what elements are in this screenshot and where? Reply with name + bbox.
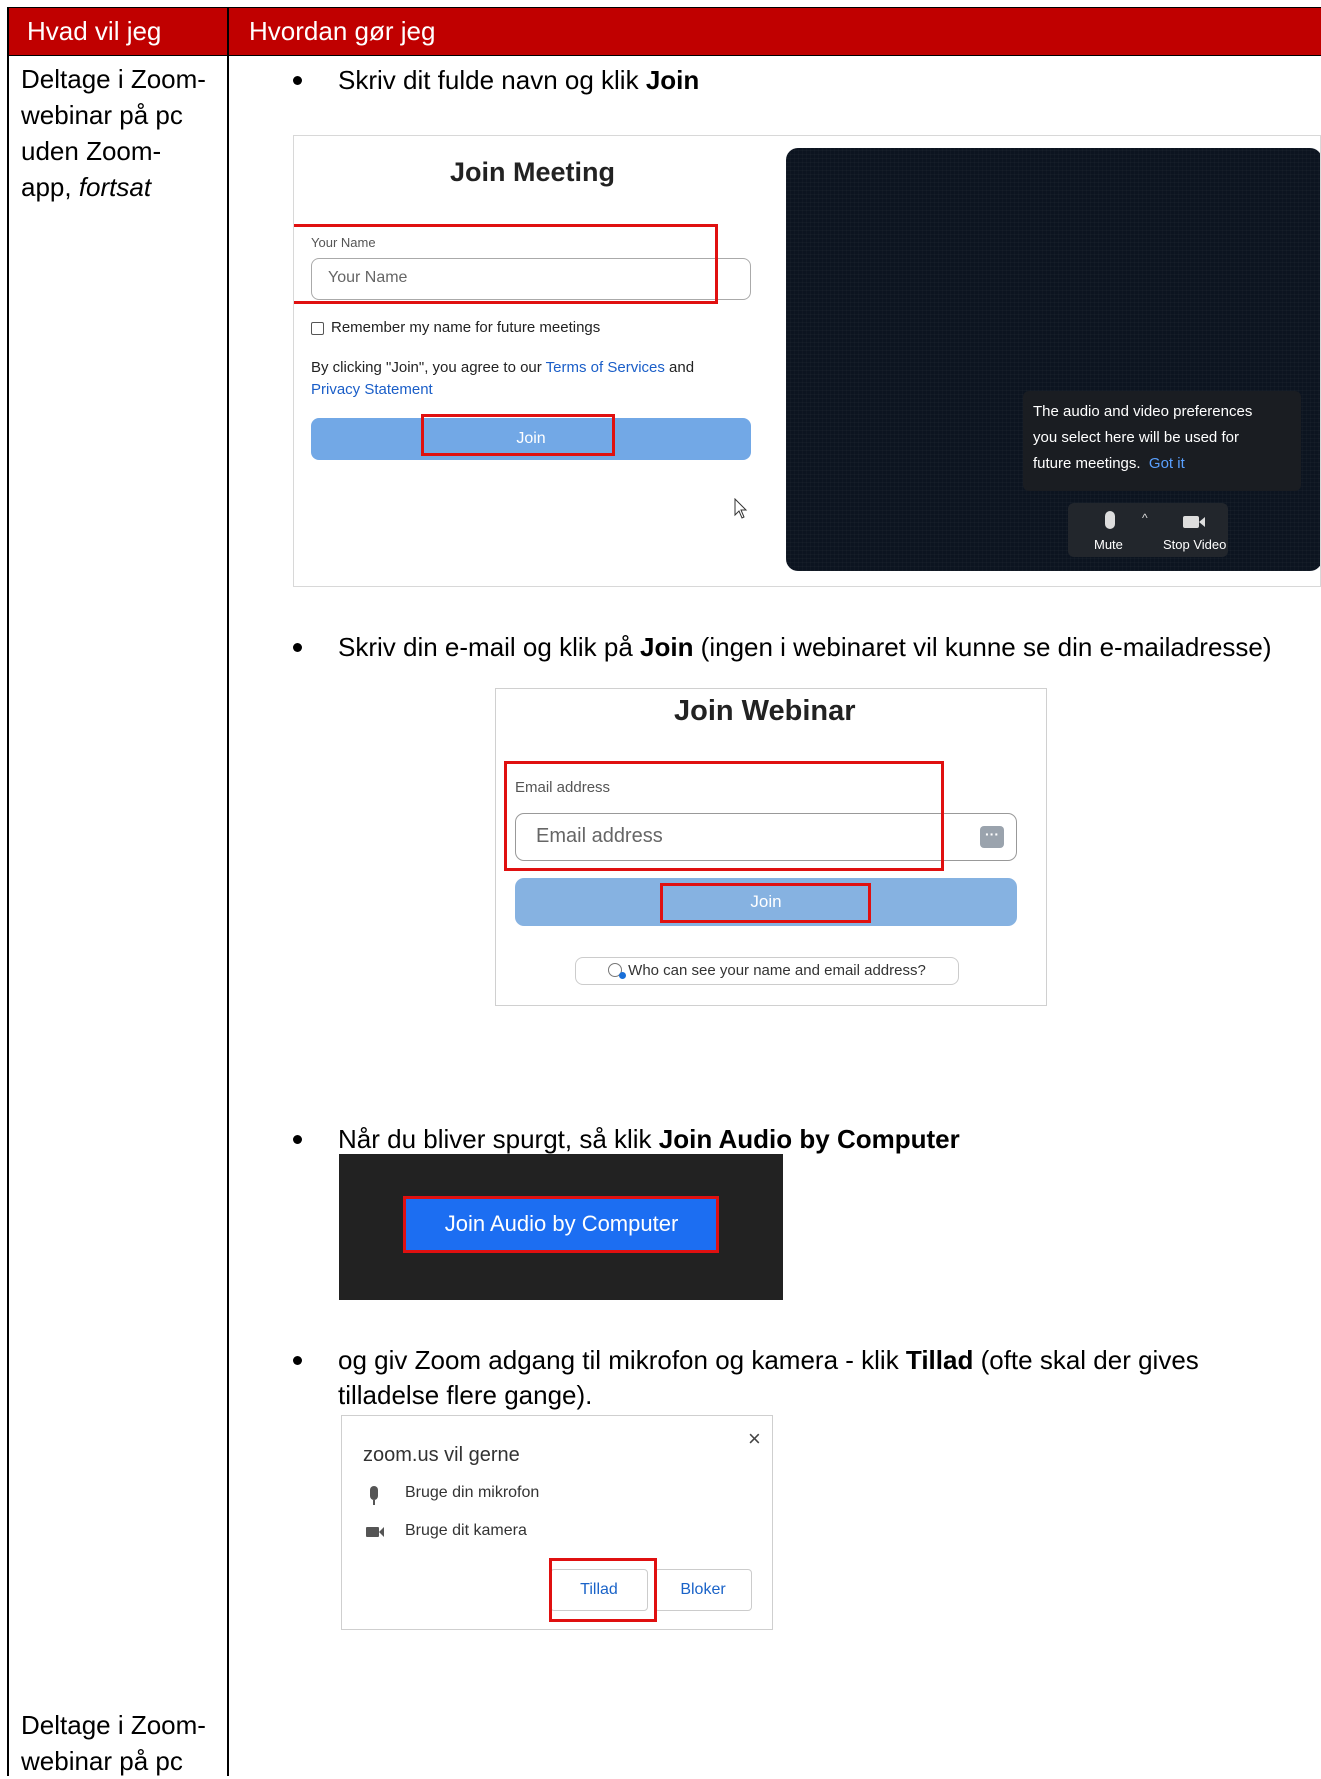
join-webinar-title: Join Webinar	[674, 695, 856, 727]
video-preview: The audio and video preferences you sele…	[786, 148, 1320, 571]
tooltip-line3-text: future meetings.	[1033, 455, 1141, 472]
table-header: Hvad vil jeg Hvordan gør jeg	[7, 7, 1321, 56]
row2-left-line1: Deltage i Zoom-	[21, 1710, 206, 1740]
camera-permission-label: Bruge dit kamera	[405, 1522, 527, 1539]
tooltip-line2: you select here will be used for	[1033, 429, 1239, 446]
video-control-bar: ^ Mute Stop Video	[1068, 503, 1228, 557]
highlight-join-box	[421, 414, 615, 456]
who-can-see-button[interactable]: Who can see your name and email address?	[575, 957, 959, 985]
step-1-text: Skriv dit fulde navn og klik Join	[338, 62, 699, 98]
got-it-link[interactable]: Got it	[1149, 455, 1185, 472]
step-2-bold: Join	[640, 632, 694, 662]
step-1-before: Skriv dit fulde navn og klik	[338, 65, 646, 95]
bullet-1	[293, 76, 302, 85]
autofill-icon[interactable]: ···	[980, 826, 1004, 848]
step-3-text: Når du bliver spurgt, så klik Join Audio…	[338, 1121, 960, 1157]
row1-left-line4-italic: fortsat	[78, 172, 152, 202]
remember-name-checkbox[interactable]	[311, 322, 324, 335]
join-audio-screenshot: Join Audio by Computer	[339, 1154, 783, 1300]
join-webinar-screenshot: Join Webinar Email address Email address…	[495, 688, 1047, 1006]
terms-text: By clicking "Join", you agree to our Ter…	[311, 357, 761, 401]
privacy-statement-link[interactable]: Privacy Statement	[311, 381, 433, 398]
who-can-see-label: Who can see your name and email address?	[628, 962, 926, 979]
remember-name-label: Remember my name for future meetings	[331, 319, 601, 336]
chevron-up-icon[interactable]: ^	[1142, 511, 1148, 525]
microphone-icon[interactable]	[1105, 511, 1115, 529]
step-2-text: Skriv din e-mail og klik på Join (ingen …	[338, 629, 1272, 665]
camera-lens-icon	[1199, 517, 1205, 527]
table-left-border	[7, 7, 9, 1776]
preferences-tooltip: The audio and video preferences you sele…	[1023, 391, 1301, 491]
row1-left-line3: uden Zoom-	[21, 136, 162, 166]
header-col1: Hvad vil jeg	[27, 16, 162, 46]
step-4-before: og giv Zoom adgang til mikrofon og kamer…	[338, 1345, 906, 1375]
terms-prefix: By clicking "Join", you agree to our	[311, 359, 546, 376]
step-4-after: (ofte skal der gives	[973, 1345, 1199, 1375]
row1-left-line2: webinar på pc	[21, 100, 183, 130]
highlight-audio-box	[403, 1196, 719, 1253]
highlight-allow-box	[549, 1558, 657, 1622]
row1-left-line1: Deltage i Zoom-	[21, 64, 206, 94]
tooltip-line3: future meetings. Got it	[1033, 451, 1291, 477]
table-column-divider	[227, 7, 229, 1776]
camera-icon[interactable]	[1183, 516, 1199, 528]
highlight-name-box	[294, 224, 718, 304]
step-3-before: Når du bliver spurgt, så klik	[338, 1124, 659, 1154]
highlight-webinar-join-box	[660, 883, 871, 923]
join-meeting-title: Join Meeting	[450, 157, 616, 187]
row1-left-line4-plain: app,	[21, 172, 79, 202]
microphone-icon	[370, 1486, 378, 1500]
mic-permission-label: Bruge din mikrofon	[405, 1484, 540, 1501]
camera-lens-icon	[379, 1527, 384, 1537]
step-3-bold: Join Audio by Computer	[658, 1124, 960, 1154]
bullet-2	[293, 643, 302, 652]
row1-left-line4: app, fortsat	[21, 169, 206, 205]
step-2-before: Skriv din e-mail og klik på	[338, 632, 640, 662]
terms-of-services-link[interactable]: Terms of Services	[546, 359, 665, 376]
mouse-cursor-icon	[734, 498, 748, 519]
header-col2: Hvordan gør jeg	[249, 16, 436, 46]
step-4-line2: tilladelse flere gange).	[338, 1380, 593, 1410]
mute-label: Mute	[1094, 537, 1123, 552]
step-2-after: (ingen i webinaret vil kunne se din e-ma…	[693, 632, 1272, 662]
block-button[interactable]: Bloker	[654, 1569, 752, 1611]
page: Hvad vil jeg Hvordan gør jeg Deltage i Z…	[0, 0, 1321, 1776]
user-privacy-icon	[608, 963, 627, 979]
tooltip-line1: The audio and video preferences	[1033, 403, 1253, 420]
row2-left-cell: Deltage i Zoom- webinar på pc	[21, 1707, 206, 1779]
step-1-bold: Join	[645, 65, 700, 95]
terms-and: and	[664, 359, 695, 376]
close-icon[interactable]: ×	[748, 1426, 761, 1452]
bullet-4	[293, 1356, 302, 1365]
microphone-stem	[373, 1500, 375, 1505]
bullet-3	[293, 1135, 302, 1144]
join-meeting-screenshot: Join Meeting Your Name Your Name Remembe…	[293, 135, 1321, 587]
permission-title: zoom.us vil gerne	[363, 1444, 520, 1466]
permission-dialog-screenshot: zoom.us vil gerne × Bruge din mikrofon B…	[341, 1415, 773, 1630]
step-4-bold: Tillad	[905, 1345, 974, 1375]
row2-left-line2: webinar på pc	[21, 1746, 183, 1776]
stop-video-label: Stop Video	[1163, 537, 1227, 552]
camera-icon	[366, 1527, 379, 1537]
step-4-text: og giv Zoom adgang til mikrofon og kamer…	[338, 1342, 1199, 1378]
highlight-email-box	[504, 761, 944, 871]
row1-left-cell: Deltage i Zoom- webinar på pc uden Zoom-…	[21, 61, 206, 205]
